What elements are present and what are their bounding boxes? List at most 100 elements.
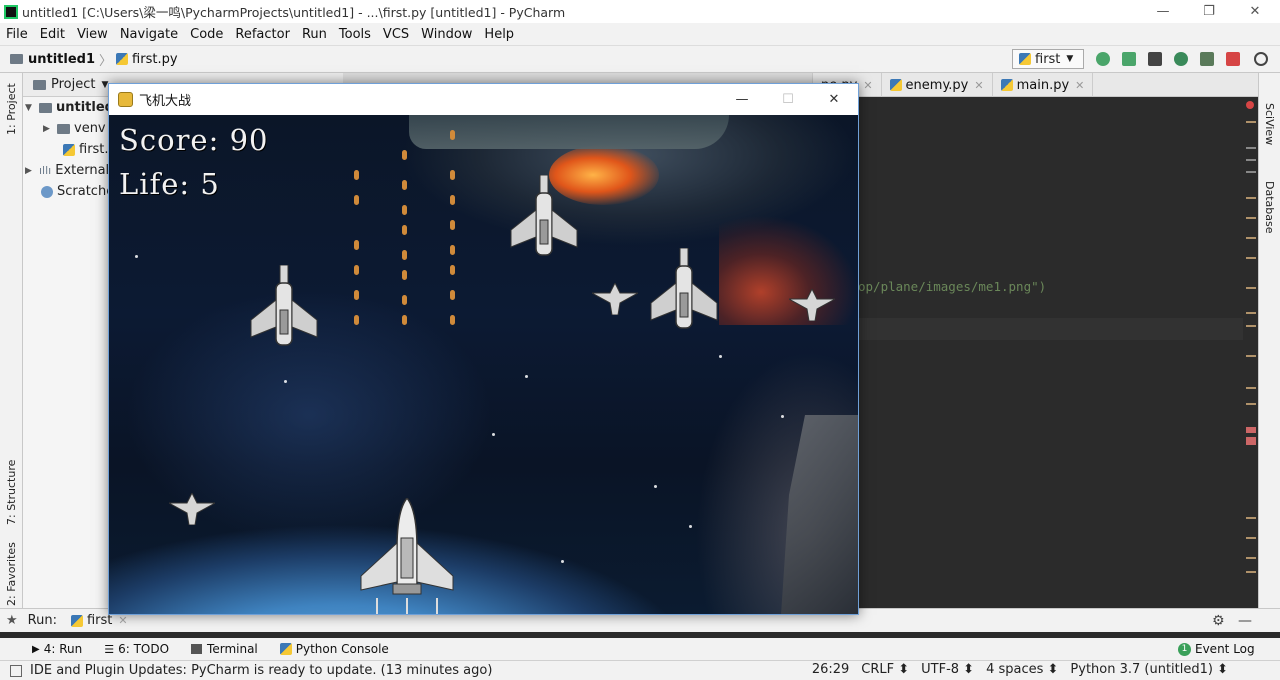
- coverage-icon[interactable]: [1148, 52, 1162, 66]
- menu-navigate[interactable]: Navigate: [114, 27, 184, 42]
- status-toggle-icon[interactable]: [10, 664, 22, 677]
- enemy-plane-small: [592, 283, 638, 315]
- close-button[interactable]: ✕: [1232, 0, 1278, 23]
- stop-icon[interactable]: [1226, 52, 1240, 66]
- game-canvas[interactable]: Score: 90 Life: 5: [109, 115, 858, 614]
- stripe-mark[interactable]: [1246, 257, 1256, 259]
- stripe-mark[interactable]: [1246, 427, 1256, 433]
- game-title-bar: 飞机大战 — ☐ ✕: [109, 84, 858, 115]
- rerun-icon[interactable]: [1096, 52, 1110, 66]
- debug-icon[interactable]: [1122, 52, 1136, 66]
- collapse-arrow-icon[interactable]: ▶: [25, 166, 39, 176]
- breadcrumb-file[interactable]: first.py: [132, 52, 177, 67]
- python-file-icon: [63, 143, 75, 156]
- tool-window-terminal[interactable]: Terminal: [191, 642, 258, 656]
- menu-run[interactable]: Run: [296, 27, 333, 42]
- tool-window-python-console[interactable]: Python Console: [279, 642, 389, 656]
- breadcrumb-project[interactable]: untitled1: [28, 52, 95, 67]
- project-tool-tab[interactable]: 1: Project: [5, 83, 18, 135]
- stripe-mark[interactable]: [1246, 387, 1256, 389]
- expand-arrow-icon[interactable]: ▼: [25, 103, 39, 113]
- close-tab-icon[interactable]: ✕: [1075, 79, 1084, 92]
- stripe-mark[interactable]: [1246, 537, 1256, 539]
- close-tab-icon[interactable]: ✕: [118, 614, 127, 627]
- stripe-mark[interactable]: [1246, 147, 1256, 149]
- window-title: untitled1 [C:\Users\梁一鸣\PycharmProjects\…: [22, 5, 566, 20]
- status-message[interactable]: IDE and Plugin Updates: PyCharm is ready…: [30, 663, 492, 678]
- game-maximize-button[interactable]: ☐: [765, 84, 811, 115]
- tab-enemy[interactable]: enemy.py ✕: [882, 73, 993, 97]
- stripe-mark[interactable]: [1246, 287, 1256, 289]
- stripe-mark[interactable]: [1246, 197, 1256, 199]
- game-minimize-button[interactable]: —: [719, 84, 765, 115]
- stripe-mark[interactable]: [1246, 159, 1256, 161]
- run-config-select[interactable]: first ▼: [1012, 49, 1084, 69]
- maximize-button[interactable]: ❐: [1186, 0, 1232, 23]
- menu-help[interactable]: Help: [478, 27, 520, 42]
- bullet: [402, 180, 407, 190]
- bullet: [354, 315, 359, 325]
- folder-icon: [33, 79, 46, 90]
- tool-window-run[interactable]: ▶ 4: Run: [32, 642, 82, 656]
- stripe-mark[interactable]: [1246, 437, 1256, 445]
- tool-window-label: 4: Run: [43, 642, 83, 656]
- menu-code[interactable]: Code: [184, 27, 229, 42]
- stripe-mark[interactable]: [1246, 312, 1256, 314]
- close-tab-icon[interactable]: ✕: [974, 79, 983, 92]
- profile-icon[interactable]: [1174, 52, 1188, 66]
- tree-item-label: untitled: [56, 100, 114, 115]
- stripe-mark[interactable]: [1246, 571, 1256, 573]
- event-log-button[interactable]: 1 Event Log: [1178, 642, 1255, 656]
- search-icon[interactable]: [1254, 52, 1268, 66]
- indent-setting[interactable]: 4 spaces ⬍: [986, 662, 1058, 677]
- database-tool-tab[interactable]: Database: [1263, 181, 1276, 234]
- file-encoding[interactable]: UTF-8 ⬍: [921, 662, 974, 677]
- run-tab-first[interactable]: first: [87, 613, 112, 628]
- stripe-mark[interactable]: [1246, 121, 1256, 123]
- tool-window-todo[interactable]: ☰ 6: TODO: [104, 642, 169, 656]
- todo-icon: ☰: [104, 642, 115, 656]
- star: [525, 375, 528, 378]
- line-separator[interactable]: CRLF ⬍: [861, 662, 909, 677]
- hide-icon[interactable]: —: [1238, 613, 1252, 629]
- minimize-button[interactable]: —: [1140, 0, 1186, 23]
- stripe-mark[interactable]: [1246, 355, 1256, 357]
- hero-plane: [360, 498, 454, 614]
- folder-icon: [10, 54, 23, 64]
- gear-icon[interactable]: ⚙: [1212, 613, 1225, 629]
- close-tab-icon[interactable]: ✕: [863, 79, 872, 92]
- stripe-mark[interactable]: [1246, 325, 1256, 327]
- bullet: [402, 250, 407, 260]
- collapse-arrow-icon[interactable]: ▶: [43, 124, 57, 134]
- run-concurrency-icon[interactable]: [1200, 52, 1214, 66]
- structure-tool-tab[interactable]: 7: Structure: [5, 460, 18, 525]
- error-indicator-icon[interactable]: [1246, 101, 1254, 109]
- menu-edit[interactable]: Edit: [34, 27, 71, 42]
- pin-star-icon[interactable]: ★: [6, 613, 18, 628]
- stripe-mark[interactable]: [1246, 237, 1256, 239]
- menu-tools[interactable]: Tools: [333, 27, 377, 42]
- menu-window[interactable]: Window: [415, 27, 478, 42]
- tab-main[interactable]: main.py ✕: [993, 73, 1094, 97]
- stripe-mark[interactable]: [1246, 403, 1256, 405]
- stripe-mark[interactable]: [1246, 517, 1256, 519]
- caret-position[interactable]: 26:29: [812, 662, 849, 677]
- favorites-tool-tab[interactable]: 2: Favorites: [5, 542, 18, 606]
- code-string: op/plane/images/me1.png"): [858, 279, 1047, 294]
- menu-file[interactable]: File: [0, 27, 34, 42]
- stripe-mark[interactable]: [1246, 217, 1256, 219]
- event-count-badge: 1: [1178, 642, 1191, 656]
- tool-window-label: Python Console: [295, 642, 389, 656]
- sciview-tool-tab[interactable]: SciView: [1263, 103, 1276, 145]
- stripe-mark[interactable]: [1246, 557, 1256, 559]
- game-close-button[interactable]: ✕: [811, 84, 857, 115]
- run-config-label: first: [1035, 51, 1061, 67]
- menu-refactor[interactable]: Refactor: [229, 27, 296, 42]
- project-panel-title[interactable]: Project: [51, 77, 95, 92]
- stripe-mark[interactable]: [1246, 171, 1256, 173]
- menu-view[interactable]: View: [71, 27, 114, 42]
- menu-vcs[interactable]: VCS: [377, 27, 415, 42]
- life-display: Life: 5: [119, 167, 220, 201]
- bullet: [402, 225, 407, 235]
- interpreter-setting[interactable]: Python 3.7 (untitled1) ⬍: [1070, 662, 1228, 677]
